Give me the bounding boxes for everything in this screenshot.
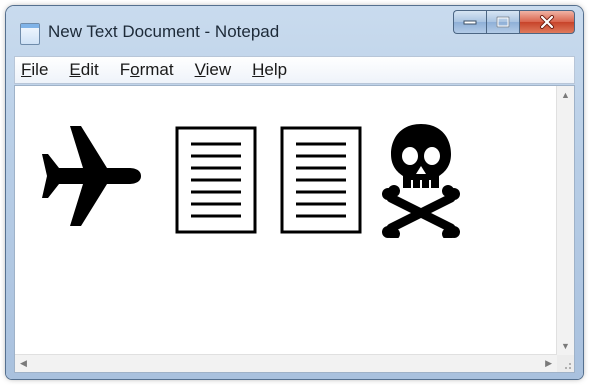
document-icon [175,126,257,234]
notepad-window: New Text Document - Notepad File Edit Fo… [6,6,583,379]
horizontal-scrollbar[interactable]: ◀ ▶ [15,354,557,372]
notepad-icon[interactable] [20,23,40,45]
window-title: New Text Document - Notepad [48,22,280,41]
menu-help-label: elp [264,60,288,79]
vertical-scrollbar[interactable]: ▲ ▼ [556,86,574,355]
menu-edit-label: dit [80,60,99,79]
maximize-icon [496,16,510,28]
menu-edit-accel: E [69,60,81,79]
skull-crossbones-icon [382,124,460,238]
menu-format-accel: o [130,60,140,79]
close-icon [540,15,554,29]
document-icon [280,126,362,234]
menu-file[interactable]: File [21,60,48,80]
resize-grip[interactable] [557,355,574,372]
close-button[interactable] [519,10,575,34]
menu-file-label: ile [31,60,49,79]
resize-grip-icon [565,363,571,369]
scroll-left-icon[interactable]: ◀ [20,358,27,369]
menu-format-pre: F [119,60,131,79]
minimize-button[interactable] [453,10,486,34]
caption-buttons [453,10,575,34]
scroll-right-icon[interactable]: ▶ [545,358,552,369]
menu-help-accel: H [252,60,265,79]
menu-format[interactable]: Format [120,60,174,80]
menu-view[interactable]: View [195,60,232,80]
maximize-button[interactable] [486,10,519,34]
menu-view-label: iew [205,60,232,79]
minimize-icon [463,20,477,25]
menu-view-accel: V [194,60,206,79]
menu-help[interactable]: Help [252,60,287,80]
scroll-up-icon[interactable]: ▲ [561,90,570,100]
menu-file-accel: F [21,60,32,79]
menu-edit[interactable]: Edit [69,60,98,80]
text-editor[interactable]: ▲ ▼ ◀ ▶ [14,85,575,373]
airplane-icon [42,126,141,226]
title-bar[interactable]: New Text Document - Notepad [6,6,583,52]
menu-format-label: rmat [139,60,174,79]
scroll-down-icon[interactable]: ▼ [561,341,570,351]
menu-bar: File Edit Format View Help [14,56,575,84]
